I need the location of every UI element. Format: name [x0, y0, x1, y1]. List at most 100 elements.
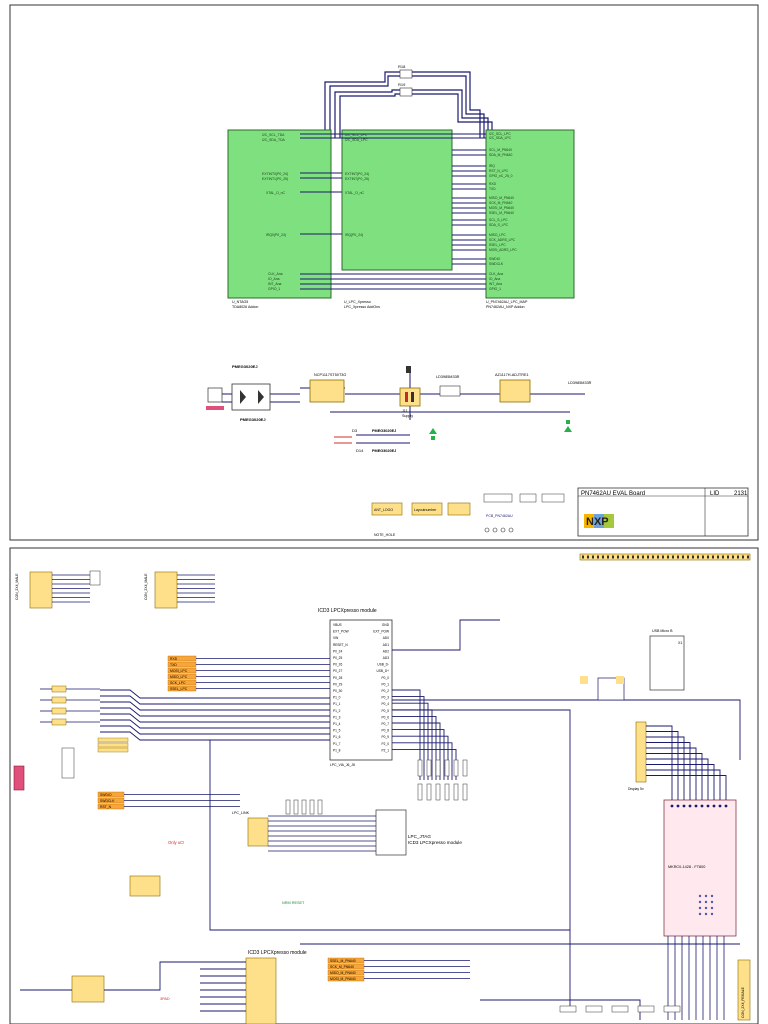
- lpc-module-title: ICD3 LPCXpresso module: [318, 608, 377, 614]
- signal-flag-label: SCK_M_PN640: [330, 965, 354, 969]
- lpc-pin-left: P0_25: [333, 656, 342, 660]
- resistor: [417, 783, 423, 801]
- signal-flag-label: SWDIO: [100, 793, 112, 797]
- header-pin: [582, 555, 584, 559]
- mcu-right-pin: SDA_M_PN640: [489, 153, 512, 157]
- resistor: [453, 759, 459, 777]
- lpc-pin-right: EXT_POW: [373, 630, 389, 634]
- resistor: [453, 783, 459, 801]
- nxp-logo: NXP: [584, 514, 614, 528]
- lpc-pin-left: P1_4: [333, 722, 341, 726]
- supply-label: Supply: [402, 414, 413, 418]
- signal-flag-label: RXD: [170, 657, 178, 661]
- lpc-pin-left: P1_7: [333, 742, 341, 746]
- signal-flag-label: SSEL_M_PN640: [330, 959, 356, 963]
- display-label: Display 5x: [628, 787, 644, 791]
- reg2-label: AZ1117H-ADJTRE1: [495, 373, 529, 377]
- header-pin: [732, 555, 734, 559]
- supply-header: [406, 366, 411, 373]
- ant-logo: ANT_LOGO: [374, 508, 393, 512]
- resistor: [426, 783, 432, 801]
- mcu-right-pin: IO_Ana: [489, 277, 500, 281]
- mcu-right-pin: SCK_M_PN640: [489, 201, 512, 205]
- mcu-right-pin: SCK_ADRS_LPC: [489, 238, 516, 242]
- mcu-mid-pin: EXTINT(P0_25): [345, 177, 369, 181]
- reset-module: [129, 875, 161, 897]
- mcu-right-pin: MISO_M_PN640: [489, 196, 514, 200]
- header-pin: [637, 555, 639, 559]
- header-pin: [662, 555, 664, 559]
- crystal-block: [71, 975, 105, 1003]
- mcu-left-caption: U_NTAG5: [232, 300, 248, 304]
- bottom-module: [245, 957, 277, 1024]
- mcu-right-pin: CLK_Ana: [489, 272, 503, 276]
- pin-dot: [670, 804, 674, 808]
- lpc-pin-left: VIN: [333, 636, 339, 640]
- pin-dot: [676, 804, 680, 808]
- mcu-right-pin: SDA_S_LPC: [489, 223, 509, 227]
- resistor: [462, 783, 468, 801]
- jtag-connector-label: LPC_LINK: [232, 811, 250, 815]
- header-pin: [697, 555, 699, 559]
- mcu-right-pin: GPIO_1: [489, 287, 501, 291]
- mcu-left-pin: GPIO_1: [268, 287, 280, 291]
- signal-flag-label: MOSI_M_PN640: [330, 977, 356, 981]
- jtag-header: [247, 817, 269, 847]
- header-pin: [707, 555, 709, 559]
- mid-conn-label: CON_2X4_MALE: [144, 573, 148, 600]
- lpc-pin-right: P0_9: [382, 735, 390, 739]
- reg2: [499, 379, 531, 403]
- mcu-right-pin: RXD: [489, 182, 497, 186]
- lpc-pin-left: P0_26: [333, 663, 342, 667]
- d3-label: D3: [352, 428, 358, 433]
- lpc-pin-right: AD0: [383, 636, 389, 640]
- header-pin: [627, 555, 629, 559]
- bottom-right-label: CON_2X4_FEMALE: [741, 986, 745, 1018]
- header-pin: [597, 555, 599, 559]
- signal-flag-label: SCK_LPC: [170, 681, 186, 685]
- supply-connector: [399, 387, 421, 407]
- pin-dot: [700, 804, 704, 808]
- lpc-pin-left: VBUS: [333, 623, 342, 627]
- header-pin: [667, 555, 669, 559]
- mcu-left-pin: IO_Ana: [268, 277, 280, 281]
- mcu-mid-block: [341, 129, 453, 271]
- d14-label: D14: [356, 448, 364, 453]
- usb-label: USB Micro B: [652, 629, 673, 633]
- signal-flag-label: TXD: [170, 663, 177, 667]
- header-pin: [587, 555, 589, 559]
- header-pin: [692, 555, 694, 559]
- mcu-right-pin: TXD: [489, 187, 496, 191]
- header-pin: [602, 555, 604, 559]
- mcu-right-pin: GPIO_nC_25_0: [489, 174, 513, 178]
- sheet-2-frame: [9, 547, 759, 1024]
- header-pin: [622, 555, 624, 559]
- resistor-r19: [399, 87, 413, 97]
- mcu-right-caption2: PN7462AU_NXP Addon: [486, 305, 525, 309]
- mcu-right-pin: MISO_LPC: [489, 233, 506, 237]
- lpc-pin-left: P1_5: [333, 729, 341, 733]
- header-pin: [717, 555, 719, 559]
- header-pin: [647, 555, 649, 559]
- title-block-number: 2131: [734, 491, 748, 497]
- lpc-pin-left: EXT_POW: [333, 630, 349, 634]
- mcu-right-pin: SCL_M_PN640: [489, 148, 512, 152]
- header-pin: [687, 555, 689, 559]
- resistor: [462, 759, 468, 777]
- lpc-pin-right: P0_5: [382, 709, 390, 713]
- reset-label: NRM RESET: [282, 901, 305, 905]
- signal-flag-label: SSEL_LPC: [170, 687, 188, 691]
- signal-flag-label: SWDCLK: [100, 799, 115, 803]
- signal-flag-label: RST_N: [100, 805, 112, 809]
- lpc-pin-right: P0_0: [382, 676, 390, 680]
- header-pin: [737, 555, 739, 559]
- pin-dot: [706, 804, 710, 808]
- header-pin: [742, 555, 744, 559]
- jumper: [51, 696, 67, 704]
- pin-dot: [682, 804, 686, 808]
- header-pin: [672, 555, 674, 559]
- power-jack: [207, 387, 223, 403]
- pink-connector: [13, 765, 25, 791]
- schottky-label: PMEG3020EJ: [240, 417, 266, 422]
- mcu-left-pin: XTAL_O_nC: [266, 191, 286, 195]
